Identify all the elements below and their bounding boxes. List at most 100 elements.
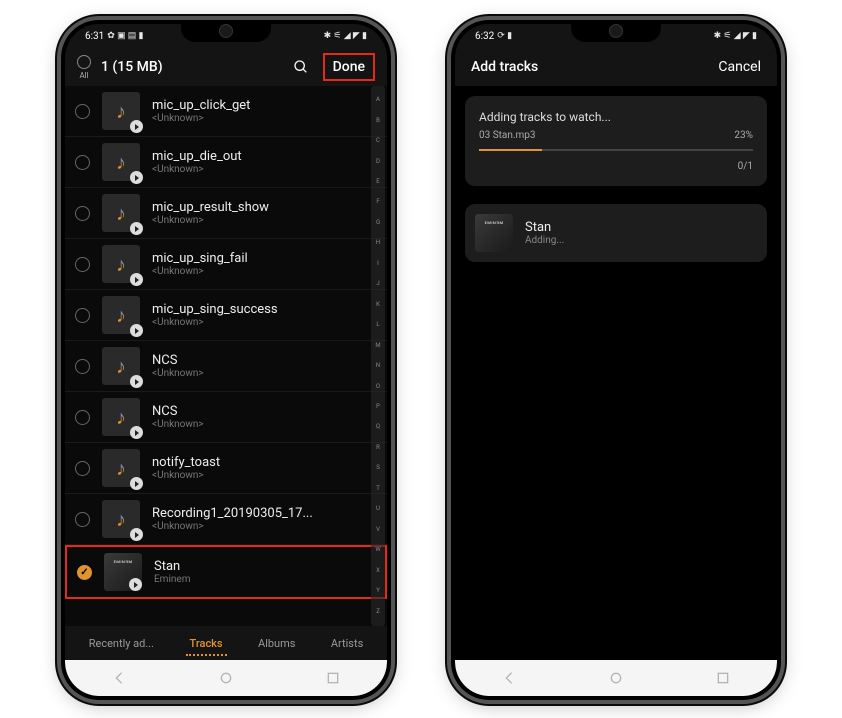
alpha-letter[interactable]: R (376, 445, 380, 451)
alpha-letter[interactable]: O (376, 384, 380, 390)
alpha-letter[interactable]: D (376, 159, 380, 165)
music-note-icon: ♪ (102, 449, 140, 487)
alpha-letter[interactable]: J (376, 281, 379, 287)
nav-home-icon[interactable] (218, 670, 234, 686)
alpha-letter[interactable]: H (376, 240, 380, 246)
track-row[interactable]: ♪NCS<Unknown> (65, 392, 387, 443)
play-icon[interactable] (129, 578, 142, 591)
alpha-letter[interactable]: N (376, 363, 380, 369)
track-artist: <Unknown> (152, 113, 387, 124)
status-right-icons: ✱ ⚟ ◢ ◤ ▮ (714, 31, 757, 41)
alpha-letter[interactable]: G (376, 220, 380, 226)
tab-artists[interactable]: Artists (325, 633, 369, 654)
music-note-icon: ♪ (102, 398, 140, 436)
track-list[interactable]: ♪mic_up_click_get<Unknown>♪mic_up_die_ou… (65, 86, 387, 626)
header-title: Add tracks (471, 59, 538, 75)
android-nav-bar (65, 660, 387, 696)
progress-percent: 23% (734, 130, 753, 141)
alpha-letter[interactable]: X (376, 568, 380, 574)
track-title: mic_up_result_show (152, 200, 387, 215)
nav-recent-icon[interactable] (325, 670, 341, 686)
alpha-letter[interactable]: W (375, 547, 380, 553)
track-artist: <Unknown> (152, 317, 387, 328)
alpha-letter[interactable]: B (376, 118, 380, 124)
tab-tracks[interactable]: Tracks (184, 633, 229, 654)
track-title: mic_up_sing_fail (152, 251, 387, 266)
alpha-letter[interactable]: E (376, 179, 379, 185)
alpha-letter[interactable]: V (376, 527, 380, 533)
alpha-letter[interactable]: P (376, 404, 380, 410)
alpha-letter[interactable]: F (376, 199, 379, 205)
alpha-letter[interactable]: A (376, 97, 380, 103)
track-checkbox[interactable] (75, 461, 90, 476)
nav-home-icon[interactable] (608, 670, 624, 686)
progress-count: 0/1 (479, 161, 753, 172)
tab-albums[interactable]: Albums (252, 633, 301, 654)
track-checkbox[interactable] (75, 155, 90, 170)
select-all-label: All (79, 71, 88, 80)
track-row[interactable]: ♪mic_up_sing_success<Unknown> (65, 290, 387, 341)
play-icon[interactable] (130, 120, 143, 133)
track-checkbox[interactable] (75, 308, 90, 323)
play-icon[interactable] (130, 273, 143, 286)
notch (181, 20, 271, 42)
play-icon[interactable] (130, 171, 143, 184)
track-row[interactable]: ♪NCS<Unknown> (65, 341, 387, 392)
track-checkbox[interactable] (75, 257, 90, 272)
play-icon[interactable] (130, 477, 143, 490)
alpha-letter[interactable]: S (376, 465, 380, 471)
play-icon[interactable] (130, 375, 143, 388)
select-all-toggle[interactable]: All (77, 55, 91, 80)
play-icon[interactable] (130, 426, 143, 439)
adding-track-title: Stan (525, 220, 564, 235)
alpha-index-scroll[interactable]: A B C D E F G H I J K L M N O P Q R S T U V W X Y Z (371, 86, 385, 626)
play-icon[interactable] (130, 528, 143, 541)
nav-back-icon[interactable] (111, 670, 127, 686)
track-row[interactable]: ♪mic_up_click_get<Unknown> (65, 86, 387, 137)
progress-bar (479, 149, 753, 151)
track-artist: <Unknown> (152, 521, 387, 532)
bottom-tabs: Recently ad... Tracks Albums Artists (65, 626, 387, 660)
nav-back-icon[interactable] (501, 670, 517, 686)
alpha-letter[interactable]: T (376, 486, 380, 492)
alpha-letter[interactable]: Y (376, 588, 380, 594)
track-title: Stan (154, 559, 385, 574)
album-art-icon (104, 553, 142, 591)
tab-recently-ad-[interactable]: Recently ad... (83, 633, 160, 654)
search-icon[interactable] (293, 59, 309, 75)
track-checkbox[interactable] (75, 410, 90, 425)
music-note-icon: ♪ (102, 347, 140, 385)
track-checkbox[interactable] (75, 359, 90, 374)
nav-recent-icon[interactable] (715, 670, 731, 686)
track-checkbox[interactable] (75, 206, 90, 221)
alpha-letter[interactable]: M (375, 343, 380, 349)
alpha-letter[interactable]: L (376, 322, 379, 328)
track-row[interactable]: ♪Recording1_20190305_17...<Unknown> (65, 494, 387, 545)
alpha-letter[interactable]: Z (376, 609, 380, 615)
track-row[interactable]: ♪notify_toast<Unknown> (65, 443, 387, 494)
status-time: 6:31 (85, 31, 104, 42)
track-artist: <Unknown> (152, 368, 387, 379)
track-row[interactable]: StanEminem (65, 545, 387, 599)
track-checkbox[interactable] (77, 565, 92, 580)
track-row[interactable]: ♪mic_up_die_out<Unknown> (65, 137, 387, 188)
alpha-letter[interactable]: C (376, 138, 380, 144)
app-header: Add tracks Cancel (455, 48, 777, 86)
alpha-letter[interactable]: U (376, 506, 380, 512)
progress-title: Adding tracks to watch... (479, 110, 753, 124)
track-artist: Eminem (154, 574, 385, 585)
track-row[interactable]: ♪mic_up_sing_fail<Unknown> (65, 239, 387, 290)
android-nav-bar (455, 660, 777, 696)
alpha-letter[interactable]: Q (376, 424, 380, 430)
play-icon[interactable] (130, 324, 143, 337)
progress-card: Adding tracks to watch... 03 Stan.mp3 23… (465, 96, 767, 186)
done-button[interactable]: Done (323, 53, 375, 81)
cancel-button[interactable]: Cancel (718, 59, 761, 75)
track-checkbox[interactable] (75, 104, 90, 119)
track-title: Recording1_20190305_17... (152, 506, 387, 521)
track-row[interactable]: ♪mic_up_result_show<Unknown> (65, 188, 387, 239)
track-checkbox[interactable] (75, 512, 90, 527)
alpha-letter[interactable]: K (376, 302, 380, 308)
play-icon[interactable] (130, 222, 143, 235)
alpha-letter[interactable]: I (377, 261, 379, 267)
